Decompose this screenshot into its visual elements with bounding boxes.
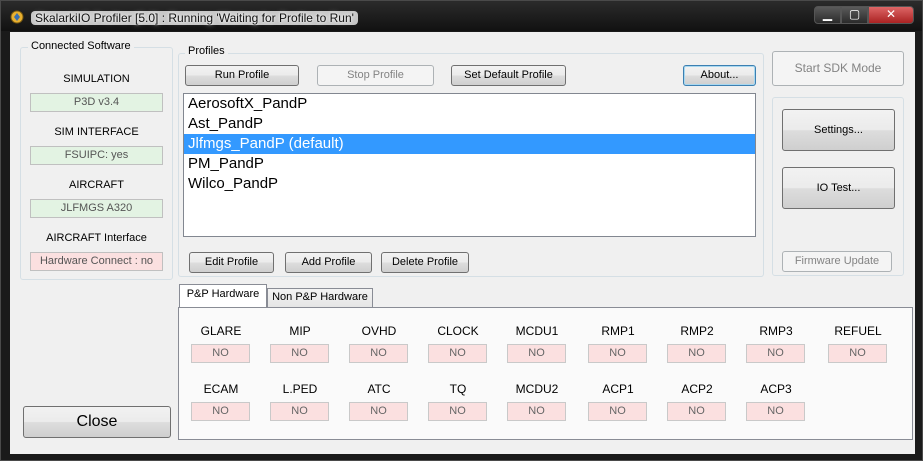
hw-label-tq: TQ xyxy=(449,382,467,396)
tab-pp-hardware[interactable]: P&P Hardware xyxy=(179,284,267,307)
set-default-profile-button[interactable]: Set Default Profile xyxy=(451,65,566,86)
delete-profile-button[interactable]: Delete Profile xyxy=(381,252,469,273)
hw-status-atc: NO xyxy=(349,402,408,421)
close-button[interactable]: Close xyxy=(23,406,171,438)
app-window: SkalarkiIO Profiler [5.0] : Running 'Wai… xyxy=(0,0,923,461)
aircraft-value: JLFMGS A320 xyxy=(30,199,163,218)
io-test-button[interactable]: IO Test... xyxy=(782,167,895,209)
hw-label-ovhd: OVHD xyxy=(361,324,397,338)
hw-status-mcdu2: NO xyxy=(507,402,566,421)
hw-status-mcdu1: NO xyxy=(507,344,566,363)
pp-hardware-panel: GLARE NO MIP NO OVHD NO CLOCK NO MCDU1 N… xyxy=(178,307,913,440)
hw-status-acp3: NO xyxy=(746,402,805,421)
firmware-update-button[interactable]: Firmware Update xyxy=(782,251,892,272)
add-profile-button[interactable]: Add Profile xyxy=(285,252,372,273)
hw-status-rmp1: NO xyxy=(588,344,647,363)
tab-non-pp-hardware[interactable]: Non P&P Hardware xyxy=(267,288,373,307)
start-sdk-mode-button[interactable]: Start SDK Mode xyxy=(772,51,904,86)
sim-interface-label: SIM INTERFACE xyxy=(54,126,139,138)
hw-status-tq: NO xyxy=(428,402,487,421)
hw-label-atc: ATC xyxy=(367,382,391,396)
hw-label-mip: MIP xyxy=(289,324,311,338)
hw-status-clock: NO xyxy=(428,344,487,363)
window-close-button[interactable]: ✕ xyxy=(868,6,914,24)
aircraft-interface-label: AIRCRAFT Interface xyxy=(46,232,147,244)
title-bar[interactable]: SkalarkiIO Profiler [5.0] : Running 'Wai… xyxy=(1,1,922,31)
hw-status-acp2: NO xyxy=(667,402,726,421)
list-item[interactable]: Wilco_PandP xyxy=(184,174,755,194)
hw-label-rmp3: RMP3 xyxy=(759,324,793,338)
settings-button[interactable]: Settings... xyxy=(782,109,895,151)
hw-label-mcdu2: MCDU2 xyxy=(515,382,559,396)
client-area: Connected Software SIMULATION P3D v3.4 S… xyxy=(10,32,915,454)
window-title: SkalarkiIO Profiler [5.0] : Running 'Wai… xyxy=(31,11,358,25)
run-profile-button[interactable]: Run Profile xyxy=(185,65,299,86)
connected-software-label: Connected Software xyxy=(28,40,134,52)
hw-status-rmp2: NO xyxy=(667,344,726,363)
hw-status-rmp3: NO xyxy=(746,344,805,363)
profiles-label: Profiles xyxy=(185,45,228,57)
hw-label-lped: L.PED xyxy=(282,382,318,396)
list-item[interactable]: PM_PandP xyxy=(184,154,755,174)
hw-label-acp1: ACP1 xyxy=(602,382,634,396)
hw-label-clock: CLOCK xyxy=(437,324,479,338)
list-item-selected[interactable]: Jlfmgs_PandP (default) xyxy=(184,134,755,154)
sim-interface-value: FSUIPC: yes xyxy=(30,146,163,165)
hw-status-glare: NO xyxy=(191,344,250,363)
aircraft-interface-value: Hardware Connect : no xyxy=(30,252,163,271)
hw-label-acp2: ACP2 xyxy=(681,382,713,396)
hw-status-mip: NO xyxy=(270,344,329,363)
profile-list[interactable]: AerosoftX_PandP Ast_PandP Jlfmgs_PandP (… xyxy=(183,93,756,237)
hw-label-acp3: ACP3 xyxy=(760,382,792,396)
hw-label-glare: GLARE xyxy=(200,324,242,338)
app-icon xyxy=(10,10,24,24)
edit-profile-button[interactable]: Edit Profile xyxy=(189,252,274,273)
hw-status-refuel: NO xyxy=(828,344,887,363)
list-item[interactable]: Ast_PandP xyxy=(184,114,755,134)
about-button[interactable]: About... xyxy=(683,65,756,86)
hw-label-rmp2: RMP2 xyxy=(680,324,714,338)
simulation-label: SIMULATION xyxy=(63,73,130,85)
hw-label-refuel: REFUEL xyxy=(834,324,882,338)
maximize-button[interactable]: ▢ xyxy=(841,6,868,24)
hw-status-ecam: NO xyxy=(191,402,250,421)
hw-status-acp1: NO xyxy=(588,402,647,421)
simulation-value: P3D v3.4 xyxy=(30,93,163,112)
stop-profile-button[interactable]: Stop Profile xyxy=(317,65,434,86)
hw-label-mcdu1: MCDU1 xyxy=(515,324,559,338)
hw-label-rmp1: RMP1 xyxy=(601,324,635,338)
hw-status-lped: NO xyxy=(270,402,329,421)
minimize-button[interactable]: ▁ xyxy=(814,6,841,24)
hw-status-ovhd: NO xyxy=(349,344,408,363)
aircraft-label: AIRCRAFT xyxy=(69,179,124,191)
list-item[interactable]: AerosoftX_PandP xyxy=(184,94,755,114)
hw-label-ecam: ECAM xyxy=(203,382,239,396)
